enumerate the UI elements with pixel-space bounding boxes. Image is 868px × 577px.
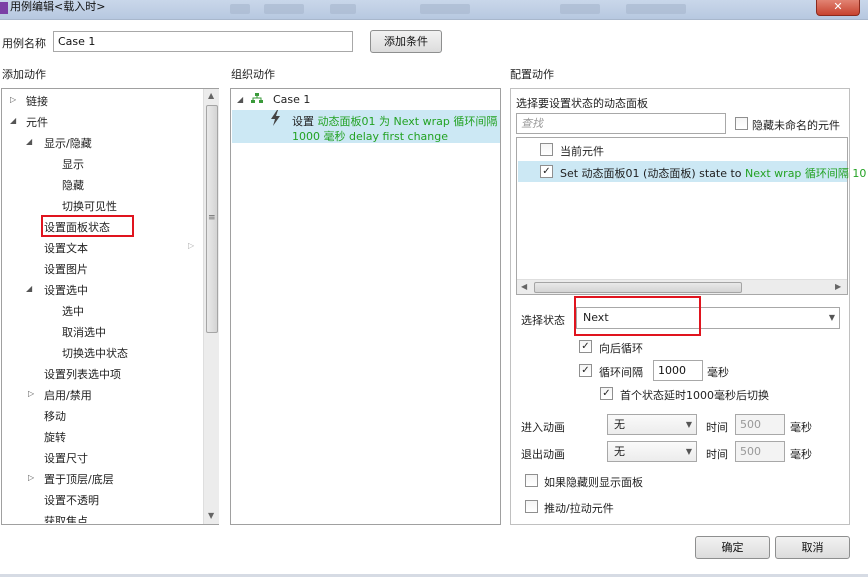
tree-item-enable-disable[interactable]: 启用/禁用 bbox=[44, 387, 92, 403]
tree-item-set-opacity[interactable]: 设置不透明 bbox=[44, 492, 99, 508]
title-bar: 用例编辑<载入时> ✕ bbox=[0, 0, 868, 20]
case-icon bbox=[251, 93, 263, 103]
scroll-right-icon[interactable]: ▶ bbox=[835, 282, 841, 291]
current-element-label: 当前元件 bbox=[560, 145, 604, 158]
tree-item-toggle-selected[interactable]: 切换选中状态 bbox=[62, 345, 128, 361]
case-item[interactable]: Case 1 bbox=[273, 93, 310, 106]
app-icon bbox=[0, 2, 8, 14]
enter-anim-dropdown[interactable]: 无 ▼ bbox=[607, 414, 697, 435]
select-state-label: 选择状态 bbox=[521, 314, 565, 327]
set-panel-checkbox[interactable]: ✓ bbox=[540, 165, 553, 178]
search-input[interactable]: 查找 bbox=[516, 113, 726, 134]
tree-item-set-image[interactable]: 设置图片 bbox=[44, 261, 88, 277]
enter-time-input[interactable]: 500 bbox=[735, 414, 785, 435]
interval-checkbox[interactable]: ✓ bbox=[579, 364, 592, 377]
interval-unit: 毫秒 bbox=[707, 366, 729, 379]
delay-first-checkbox[interactable]: ✓ bbox=[600, 387, 613, 400]
configure-actions-panel: 选择要设置状态的动态面板 查找 隐藏未命名的元件 当前元件 ✓ Set 动态面板… bbox=[510, 88, 866, 525]
tree-item-hide[interactable]: 隐藏 bbox=[62, 177, 84, 193]
tree-item-show-hide[interactable]: 显示/隐藏 bbox=[44, 135, 92, 151]
tree-item-focus[interactable]: 获取焦点 bbox=[44, 513, 88, 523]
exit-time-unit: 毫秒 bbox=[790, 448, 812, 461]
tree-item-set-text[interactable]: 设置文本 bbox=[44, 240, 88, 256]
add-actions-scrollbar[interactable]: ▲ ≡ ▼ bbox=[203, 89, 219, 524]
add-condition-button[interactable]: 添加条件 bbox=[370, 30, 442, 53]
panel-list: 当前元件 ✓ Set 动态面板01 (动态面板) state to Next w… bbox=[516, 137, 866, 295]
blurred-region bbox=[560, 4, 600, 14]
tree-item-rotate[interactable]: 旋转 bbox=[44, 429, 66, 445]
push-pull-label: 推动/拉动元件 bbox=[544, 502, 614, 515]
window-title: 用例编辑<载入时> bbox=[10, 0, 106, 13]
blurred-region bbox=[330, 4, 356, 14]
tree-item-link[interactable]: 链接 bbox=[26, 93, 48, 109]
hide-unnamed-label: 隐藏未命名的元件 bbox=[752, 119, 840, 132]
blurred-region bbox=[626, 4, 686, 14]
add-actions-title: 添加动作 bbox=[2, 68, 46, 81]
tree-item-set-size[interactable]: 设置尺寸 bbox=[44, 450, 88, 466]
delay-first-label: 首个状态延时1000毫秒后切换 bbox=[620, 389, 769, 402]
current-element-checkbox[interactable] bbox=[540, 143, 553, 156]
action-text-line1: 动态面板01 为 Next wrap 循环间隔 bbox=[317, 115, 498, 128]
tree-item-move[interactable]: 移动 bbox=[44, 408, 66, 424]
highlight-box bbox=[574, 296, 701, 336]
ok-button[interactable]: 确定 bbox=[695, 536, 770, 559]
hide-unnamed-checkbox[interactable] bbox=[735, 117, 748, 130]
exit-anim-label: 退出动画 bbox=[521, 448, 565, 461]
enter-anim-value: 无 bbox=[614, 418, 625, 431]
tree-item-show[interactable]: 显示 bbox=[62, 156, 84, 172]
add-actions-panel: ▷ 链接 ◢ 元件 ◢ 显示/隐藏 显示 隐藏 切换可见性 设置面板状态 设置文… bbox=[1, 88, 219, 525]
blurred-region bbox=[230, 4, 250, 14]
organize-actions-title: 组织动作 bbox=[231, 68, 275, 81]
tree-item-select[interactable]: 选中 bbox=[62, 303, 84, 319]
interval-label: 循环间隔 bbox=[599, 366, 643, 379]
show-if-hidden-checkbox[interactable] bbox=[525, 474, 538, 487]
interval-input[interactable]: 1000 bbox=[653, 360, 703, 381]
organize-actions-panel: ◢ Case 1 设置 动态面板01 为 Next wrap 循环间隔 1000… bbox=[230, 88, 501, 525]
show-if-hidden-label: 如果隐藏则显示面板 bbox=[544, 476, 643, 489]
enter-anim-label: 进入动画 bbox=[521, 421, 565, 434]
wrap-label: 向后循环 bbox=[599, 342, 643, 355]
set-panel-state-text: Next wrap 循环间隔 10 bbox=[745, 167, 867, 180]
set-panel-text: Set 动态面板01 (动态面板) state to bbox=[560, 167, 742, 180]
highlight-box bbox=[41, 215, 134, 237]
action-row[interactable]: 设置 动态面板01 为 Next wrap 循环间隔 1000 毫秒 delay… bbox=[232, 110, 500, 143]
enter-time-unit: 毫秒 bbox=[790, 421, 812, 434]
hscroll-thumb[interactable] bbox=[534, 282, 742, 293]
action-text-line2: 1000 毫秒 delay first change bbox=[292, 130, 449, 143]
chevron-down-icon: ▼ bbox=[828, 313, 835, 322]
exit-anim-value: 无 bbox=[614, 445, 625, 458]
blurred-region bbox=[264, 4, 304, 14]
case-name-input[interactable]: Case 1 bbox=[53, 31, 353, 52]
scroll-up-icon[interactable]: ▲ bbox=[208, 91, 214, 100]
set-panel-row[interactable]: ✓ Set 动态面板01 (动态面板) state to Next wrap 循… bbox=[518, 161, 866, 182]
chevron-down-icon: ▼ bbox=[685, 447, 692, 456]
list-hscrollbar[interactable]: ◀ ▶ bbox=[517, 279, 847, 294]
grip-icon: ≡ bbox=[208, 213, 216, 223]
configure-actions-title: 配置动作 bbox=[510, 68, 554, 81]
chevron-down-icon: ▼ bbox=[685, 420, 692, 429]
lightning-icon bbox=[270, 110, 282, 129]
panel-select-title: 选择要设置状态的动态面板 bbox=[516, 97, 648, 110]
exit-anim-dropdown[interactable]: 无 ▼ bbox=[607, 441, 697, 462]
tree-item-bring-front-back[interactable]: 置于顶层/底层 bbox=[44, 471, 114, 487]
tree-item-element[interactable]: 元件 bbox=[26, 114, 48, 130]
tree-item-toggle-visibility[interactable]: 切换可见性 bbox=[62, 198, 117, 214]
tree-item-deselect[interactable]: 取消选中 bbox=[62, 324, 106, 340]
action-prefix: 设置 bbox=[292, 115, 314, 128]
push-pull-checkbox[interactable] bbox=[525, 500, 538, 513]
tree-item-set-list-selection[interactable]: 设置列表选中项 bbox=[44, 366, 121, 382]
scroll-left-icon[interactable]: ◀ bbox=[521, 282, 527, 291]
enter-time-label: 时间 bbox=[706, 421, 728, 434]
cancel-button[interactable]: 取消 bbox=[775, 536, 850, 559]
exit-time-input[interactable]: 500 bbox=[735, 441, 785, 462]
scroll-down-icon[interactable]: ▼ bbox=[208, 511, 214, 520]
case-name-label: 用例名称 bbox=[2, 37, 46, 50]
blurred-region bbox=[420, 4, 470, 14]
exit-time-label: 时间 bbox=[706, 448, 728, 461]
wrap-checkbox[interactable]: ✓ bbox=[579, 340, 592, 353]
close-button[interactable]: ✕ bbox=[816, 0, 860, 16]
tree-item-set-selected[interactable]: 设置选中 bbox=[44, 282, 88, 298]
close-icon: ✕ bbox=[833, 0, 843, 13]
